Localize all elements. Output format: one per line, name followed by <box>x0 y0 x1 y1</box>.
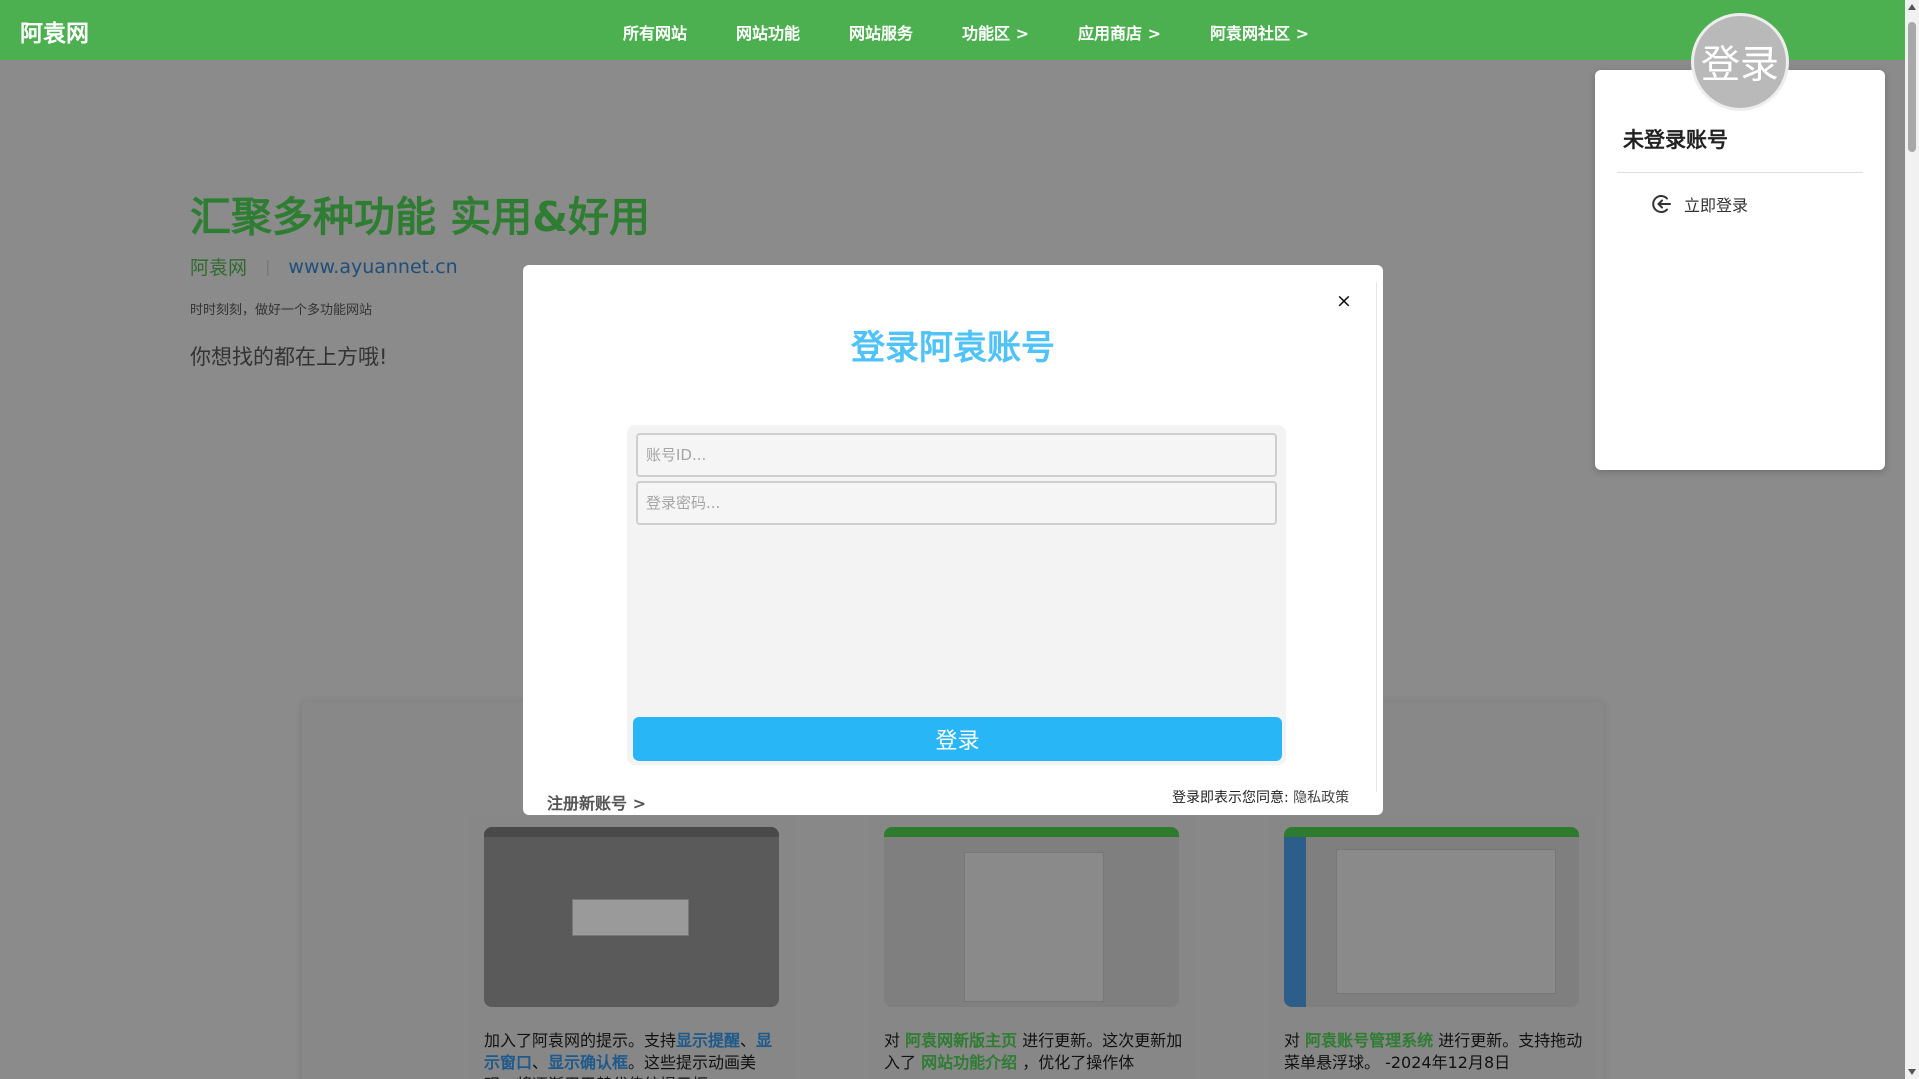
card-text-part: 加入了阿袁网的提示。支持 <box>484 1031 677 1050</box>
agreement-text: 登录即表示您同意: 隐私政策 <box>1172 787 1349 807</box>
nav-item-app-store[interactable]: 应用商店 > <box>1078 20 1161 44</box>
card-text-part: 、 <box>740 1031 757 1050</box>
hero-title: 汇聚多种功能 实用&好用 <box>190 193 651 241</box>
feature-card[interactable]: 对 阿袁网新版主页 进行更新。这次更新加入了 网站功能介绍 ，优化了操作体 <box>868 815 1195 1079</box>
nav-item-feature-area[interactable]: 功能区 > <box>962 20 1029 44</box>
close-icon[interactable]: × <box>1334 291 1354 311</box>
card-link[interactable]: 阿袁网新版主页 <box>905 1031 1017 1050</box>
card-description: 对 阿袁网新版主页 进行更新。这次更新加入了 网站功能介绍 ，优化了操作体 <box>884 1030 1184 1074</box>
brand-logo[interactable]: 阿袁网 <box>20 14 89 48</box>
hero-separator: | <box>265 257 271 276</box>
nav-item-site-features[interactable]: 网站功能 <box>736 20 800 44</box>
hero-url-link[interactable]: www.ayuannet.cn <box>288 256 457 278</box>
card-thumbnail <box>484 827 779 1007</box>
card-text-part: ，优化了操作体 <box>1017 1053 1135 1072</box>
account-id-input[interactable] <box>636 433 1277 477</box>
account-status-title: 未登录账号 <box>1623 128 1728 152</box>
card-link[interactable]: 阿袁账号管理系统 <box>1305 1031 1433 1050</box>
modal-title: 登录阿袁账号 <box>851 328 1055 368</box>
scroll-up-icon[interactable] <box>1908 4 1916 10</box>
scroll-thumb[interactable] <box>1908 22 1916 152</box>
hero-subline: 阿袁网 | www.ayuannet.cn <box>190 253 458 280</box>
login-submit-button[interactable]: 登录 <box>633 717 1282 761</box>
nav-item-site-services[interactable]: 网站服务 <box>849 20 913 44</box>
account-dropdown: 未登录账号 立即登录 <box>1595 70 1885 470</box>
card-link[interactable]: 显示提醒 <box>676 1031 740 1050</box>
avatar[interactable]: 登录 <box>1691 13 1789 111</box>
scroll-down-icon[interactable] <box>1908 1069 1916 1075</box>
page-scrollbar[interactable] <box>1905 0 1919 1079</box>
card-description: 加入了阿袁网的提示。支持显示提醒、显示窗口、显示确认框。这些提示动画美观，将逐渐… <box>484 1030 784 1079</box>
register-link[interactable]: 注册新账号 > <box>547 790 646 814</box>
nav-item-all-sites[interactable]: 所有网站 <box>623 20 687 44</box>
card-text-part: 对 <box>1284 1031 1306 1050</box>
feature-card[interactable]: 加入了阿袁网的提示。支持显示提醒、显示窗口、显示确认框。这些提示动画美观，将逐渐… <box>468 815 795 1079</box>
nav-item-community[interactable]: 阿袁网社区 > <box>1210 20 1309 44</box>
card-description: 对 阿袁账号管理系统 进行更新。支持拖动菜单悬浮球。 -2024年12月8日 <box>1284 1030 1584 1074</box>
card-thumbnail <box>884 827 1179 1007</box>
login-icon <box>1652 195 1671 213</box>
card-text-part: 、 <box>532 1053 549 1072</box>
login-now-link[interactable]: 立即登录 <box>1650 192 1748 216</box>
card-link[interactable]: 网站功能介绍 <box>921 1053 1017 1072</box>
card-link[interactable]: 显示确认框 <box>548 1053 628 1072</box>
hero-find-text: 你想找的都在上方哦! <box>190 345 388 369</box>
privacy-policy-link[interactable]: 隐私政策 <box>1293 790 1349 806</box>
main-nav: 所有网站 网站功能 网站服务 功能区 > 应用商店 > 阿袁网社区 > <box>623 20 1358 44</box>
divider <box>1617 172 1863 173</box>
hero-site-name: 阿袁网 <box>190 257 248 279</box>
feature-card[interactable]: 对 阿袁账号管理系统 进行更新。支持拖动菜单悬浮球。 -2024年12月8日 <box>1268 815 1595 1079</box>
card-text-part: 对 <box>884 1031 906 1050</box>
hero-tagline: 时时刻刻，做好一个多功能网站 <box>190 303 373 318</box>
card-thumbnail <box>1284 827 1579 1007</box>
login-now-label: 立即登录 <box>1684 196 1749 215</box>
password-input[interactable] <box>636 481 1277 525</box>
agreement-label: 登录即表示您同意: <box>1172 790 1289 806</box>
top-navbar: 阿袁网 所有网站 网站功能 网站服务 功能区 > 应用商店 > 阿袁网社区 > <box>0 0 1905 60</box>
